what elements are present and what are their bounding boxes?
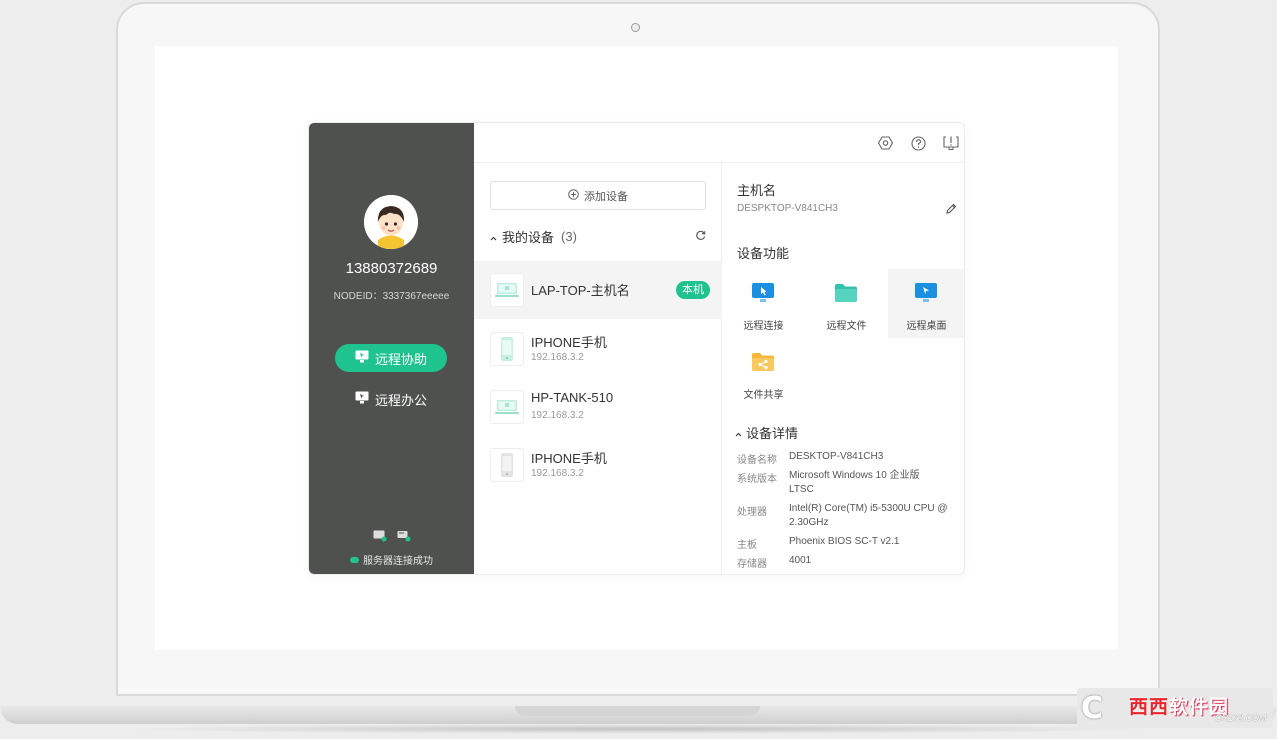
device-row[interactable]: HP-TANK-510 192.168.3.2 (474, 378, 722, 436)
device-row[interactable]: IPHONE手机 192.168.3.2 (474, 320, 722, 378)
laptop-device-icon (490, 390, 524, 424)
detail-key: 系统版本 (737, 474, 777, 485)
my-devices-count: (3) (561, 228, 577, 244)
server-status-label: 服务器连接成功 (363, 556, 433, 567)
hostname-title: 主机名 (737, 183, 777, 198)
device-row[interactable]: IPHONE手机 192.168.3.2 (474, 436, 722, 494)
status-dot-icon (350, 556, 359, 563)
phone-device-icon (490, 332, 524, 366)
watermark-logo: C (1081, 691, 1104, 726)
remote-connect-icon (751, 282, 775, 304)
remote-file-label: 远程文件 (826, 321, 867, 332)
feedback-icon[interactable] (942, 135, 960, 151)
remote-desktop-label: 远程桌面 (906, 321, 947, 332)
edit-pencil-icon[interactable] (945, 202, 957, 220)
my-devices-label: 我的设备 (502, 229, 555, 245)
add-device-button[interactable]: 添加设备 (490, 181, 706, 210)
sidebar-bottom-icons (309, 529, 474, 547)
device-row[interactable]: LAP-TOP-主机名 本机 (474, 261, 722, 319)
remote-desktop-function[interactable]: 远程桌面 (888, 269, 964, 338)
detail-key: 存储器 (737, 559, 767, 570)
device-manage-icon[interactable] (397, 529, 411, 547)
detail-value: DESKTOP-V841CH3 (789, 451, 884, 462)
device-details-label: 设备详情 (746, 426, 799, 441)
remote-office-icon (355, 391, 369, 407)
remote-connect-label: 远程连接 (743, 321, 784, 332)
device-ip: 192.168.3.2 (531, 352, 584, 363)
sidebar: 13880372689 NODEID：3337367eeeee 远程协助 远程办… (309, 123, 474, 574)
device-ip: 192.168.3.2 (531, 410, 584, 421)
device-name: HP-TANK-510 (531, 390, 614, 405)
laptop-notch (515, 706, 760, 716)
add-circle-icon (568, 188, 579, 203)
local-badge: 本机 (676, 281, 710, 299)
collapse-caret-icon (490, 229, 497, 244)
collapse-caret-icon (735, 425, 742, 440)
top-bar (474, 123, 964, 163)
screen-share-icon[interactable] (373, 529, 387, 547)
refresh-icon[interactable] (695, 229, 706, 244)
avatar[interactable] (364, 195, 418, 249)
watermark-domain: CR173.COM (1215, 713, 1267, 723)
device-details-header[interactable]: 设备详情 (735, 423, 798, 442)
laptop-device-icon (490, 273, 524, 307)
device-name: IPHONE手机 (531, 451, 607, 466)
file-share-icon (751, 351, 775, 373)
device-detail-panel: 主机名 DESPKTOP-V841CH3 设备功能 远程连接 远程文件 远程桌面 (722, 163, 964, 574)
hostname-value: DESPKTOP-V841CH3 (737, 203, 838, 214)
remote-file-function[interactable]: 远程文件 (808, 269, 885, 338)
server-status: 服务器连接成功 (309, 552, 474, 567)
help-icon[interactable] (909, 135, 927, 151)
detail-value: Microsoft Windows 10 企业版 LTSC (789, 470, 920, 495)
remote-office-label: 远程办公 (374, 392, 427, 408)
detail-key: 设备名称 (737, 455, 777, 466)
site-watermark: C 西西软件园 CR173.COM (1077, 688, 1273, 728)
watermark-text-red: 西西 (1129, 696, 1170, 718)
folder-icon (834, 282, 858, 304)
file-share-function[interactable]: 文件共享 (725, 338, 802, 407)
my-devices-header[interactable]: 我的设备 (3) (490, 227, 706, 245)
app-window: 13880372689 NODEID：3337367eeeee 远程协助 远程办… (308, 122, 965, 575)
detail-value: Intel(R) Core(TM) i5-5300U CPU @ 2.30GHz (789, 503, 948, 528)
remote-office-button[interactable]: 远程办公 (335, 386, 447, 412)
node-id: NODEID：3337367eeeee (333, 291, 450, 302)
file-share-label: 文件共享 (743, 390, 784, 401)
detail-value: Phoenix BIOS SC-T v2.1 (789, 536, 900, 547)
remote-assist-icon (355, 350, 369, 366)
device-name: LAP-TOP-主机名 (531, 283, 630, 298)
top-icons (876, 135, 960, 151)
detail-value: 4001 (789, 555, 812, 566)
remote-connect-function[interactable]: 远程连接 (725, 269, 802, 338)
add-device-label: 添加设备 (584, 190, 628, 203)
detail-key: 主板 (737, 540, 757, 551)
detail-key: 处理器 (737, 507, 767, 518)
remote-assist-label: 远程协助 (374, 351, 427, 367)
functions-title: 设备功能 (737, 246, 790, 261)
phone-device-icon-inactive (490, 448, 524, 482)
settings-icon[interactable] (876, 135, 894, 151)
remote-assist-button[interactable]: 远程协助 (335, 344, 447, 372)
account-phone: 13880372689 (345, 260, 438, 277)
device-list-panel: 添加设备 我的设备 (3) LAP-TOP-主机名 本机 IPHONE手机 19… (474, 163, 722, 574)
device-ip: 192.168.3.2 (531, 468, 584, 479)
device-name: IPHONE手机 (531, 335, 607, 350)
laptop-shadow (120, 724, 1160, 734)
camera-dot (631, 23, 640, 32)
remote-desktop-icon (914, 282, 938, 304)
